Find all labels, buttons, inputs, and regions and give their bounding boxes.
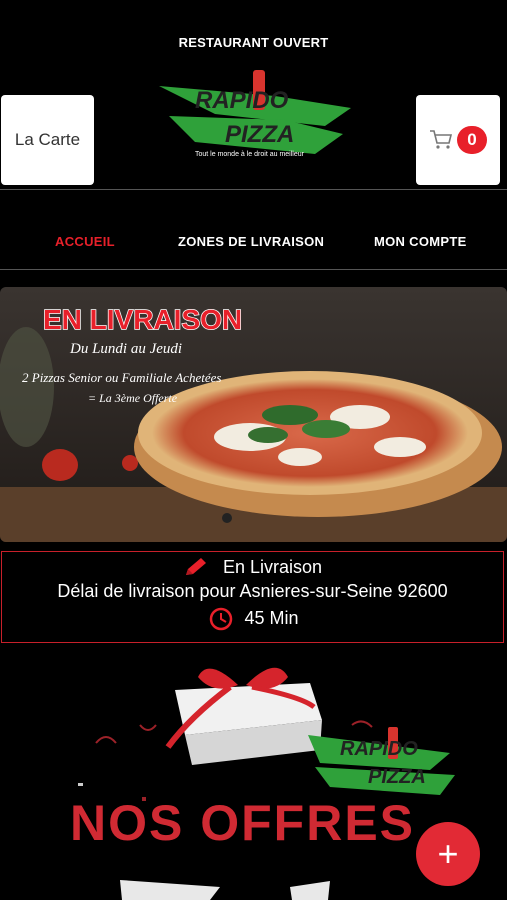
cart-button[interactable]: 0 — [416, 95, 500, 185]
cart-icon — [430, 130, 453, 149]
nav-divider — [0, 269, 507, 270]
status-text: RESTAURANT OUVERT — [178, 35, 329, 50]
banner-subtitle: Du Lundi au Jeudi — [69, 341, 182, 357]
banner-promo-line2: = La 3ème Offerte — [88, 391, 178, 405]
clock-icon — [210, 607, 233, 631]
promo-banner[interactable]: EN LIVRAISON Du Lundi au Jeudi 2 Pizzas … — [0, 287, 507, 542]
logo: RAPIDO PIZZA Tout le monde à le droit au… — [159, 70, 351, 158]
cart-count-badge: 0 — [457, 126, 487, 154]
delivery-delay-text: Délai de livraison pour Asnieres-sur-Sei… — [57, 581, 448, 601]
nav-accueil[interactable]: ACCUEIL — [55, 234, 115, 249]
nav-mon-compte[interactable]: MON COMPTE — [374, 234, 467, 249]
nav-zones-de-livraison[interactable]: ZONES DE LIVRAISON — [178, 234, 324, 249]
main-nav: ACCUEIL ZONES DE LIVRAISON MON COMPTE — [0, 234, 507, 250]
offers-logo-text-bottom: PIZZA — [368, 766, 426, 788]
header-divider — [0, 189, 507, 190]
pencil-icon — [185, 558, 206, 575]
banner-promo-line1: 2 Pizzas Senior ou Familiale Achetées — [22, 370, 221, 385]
delivery-mode: En Livraison — [222, 556, 323, 577]
offers-title: NOS OFFRES — [70, 795, 415, 851]
logo-tagline: Tout le monde à le droit au meilleur — [195, 151, 305, 158]
offers-logo-text-top: RAPIDO — [340, 738, 418, 760]
add-fab-button[interactable]: + — [416, 822, 480, 886]
delivery-info-box[interactable]: En Livraison Délai de livraison pour Asn… — [1, 551, 504, 643]
plus-icon: + — [437, 833, 459, 874]
menu-button[interactable]: La Carte — [1, 95, 94, 185]
delivery-duration: 45 Min — [244, 607, 299, 628]
banner-title: EN LIVRAISON — [43, 304, 242, 335]
menu-button-label: La Carte — [14, 130, 81, 149]
logo-text-top: RAPIDO — [195, 87, 289, 114]
logo-text-bottom: PIZZA — [225, 121, 294, 148]
